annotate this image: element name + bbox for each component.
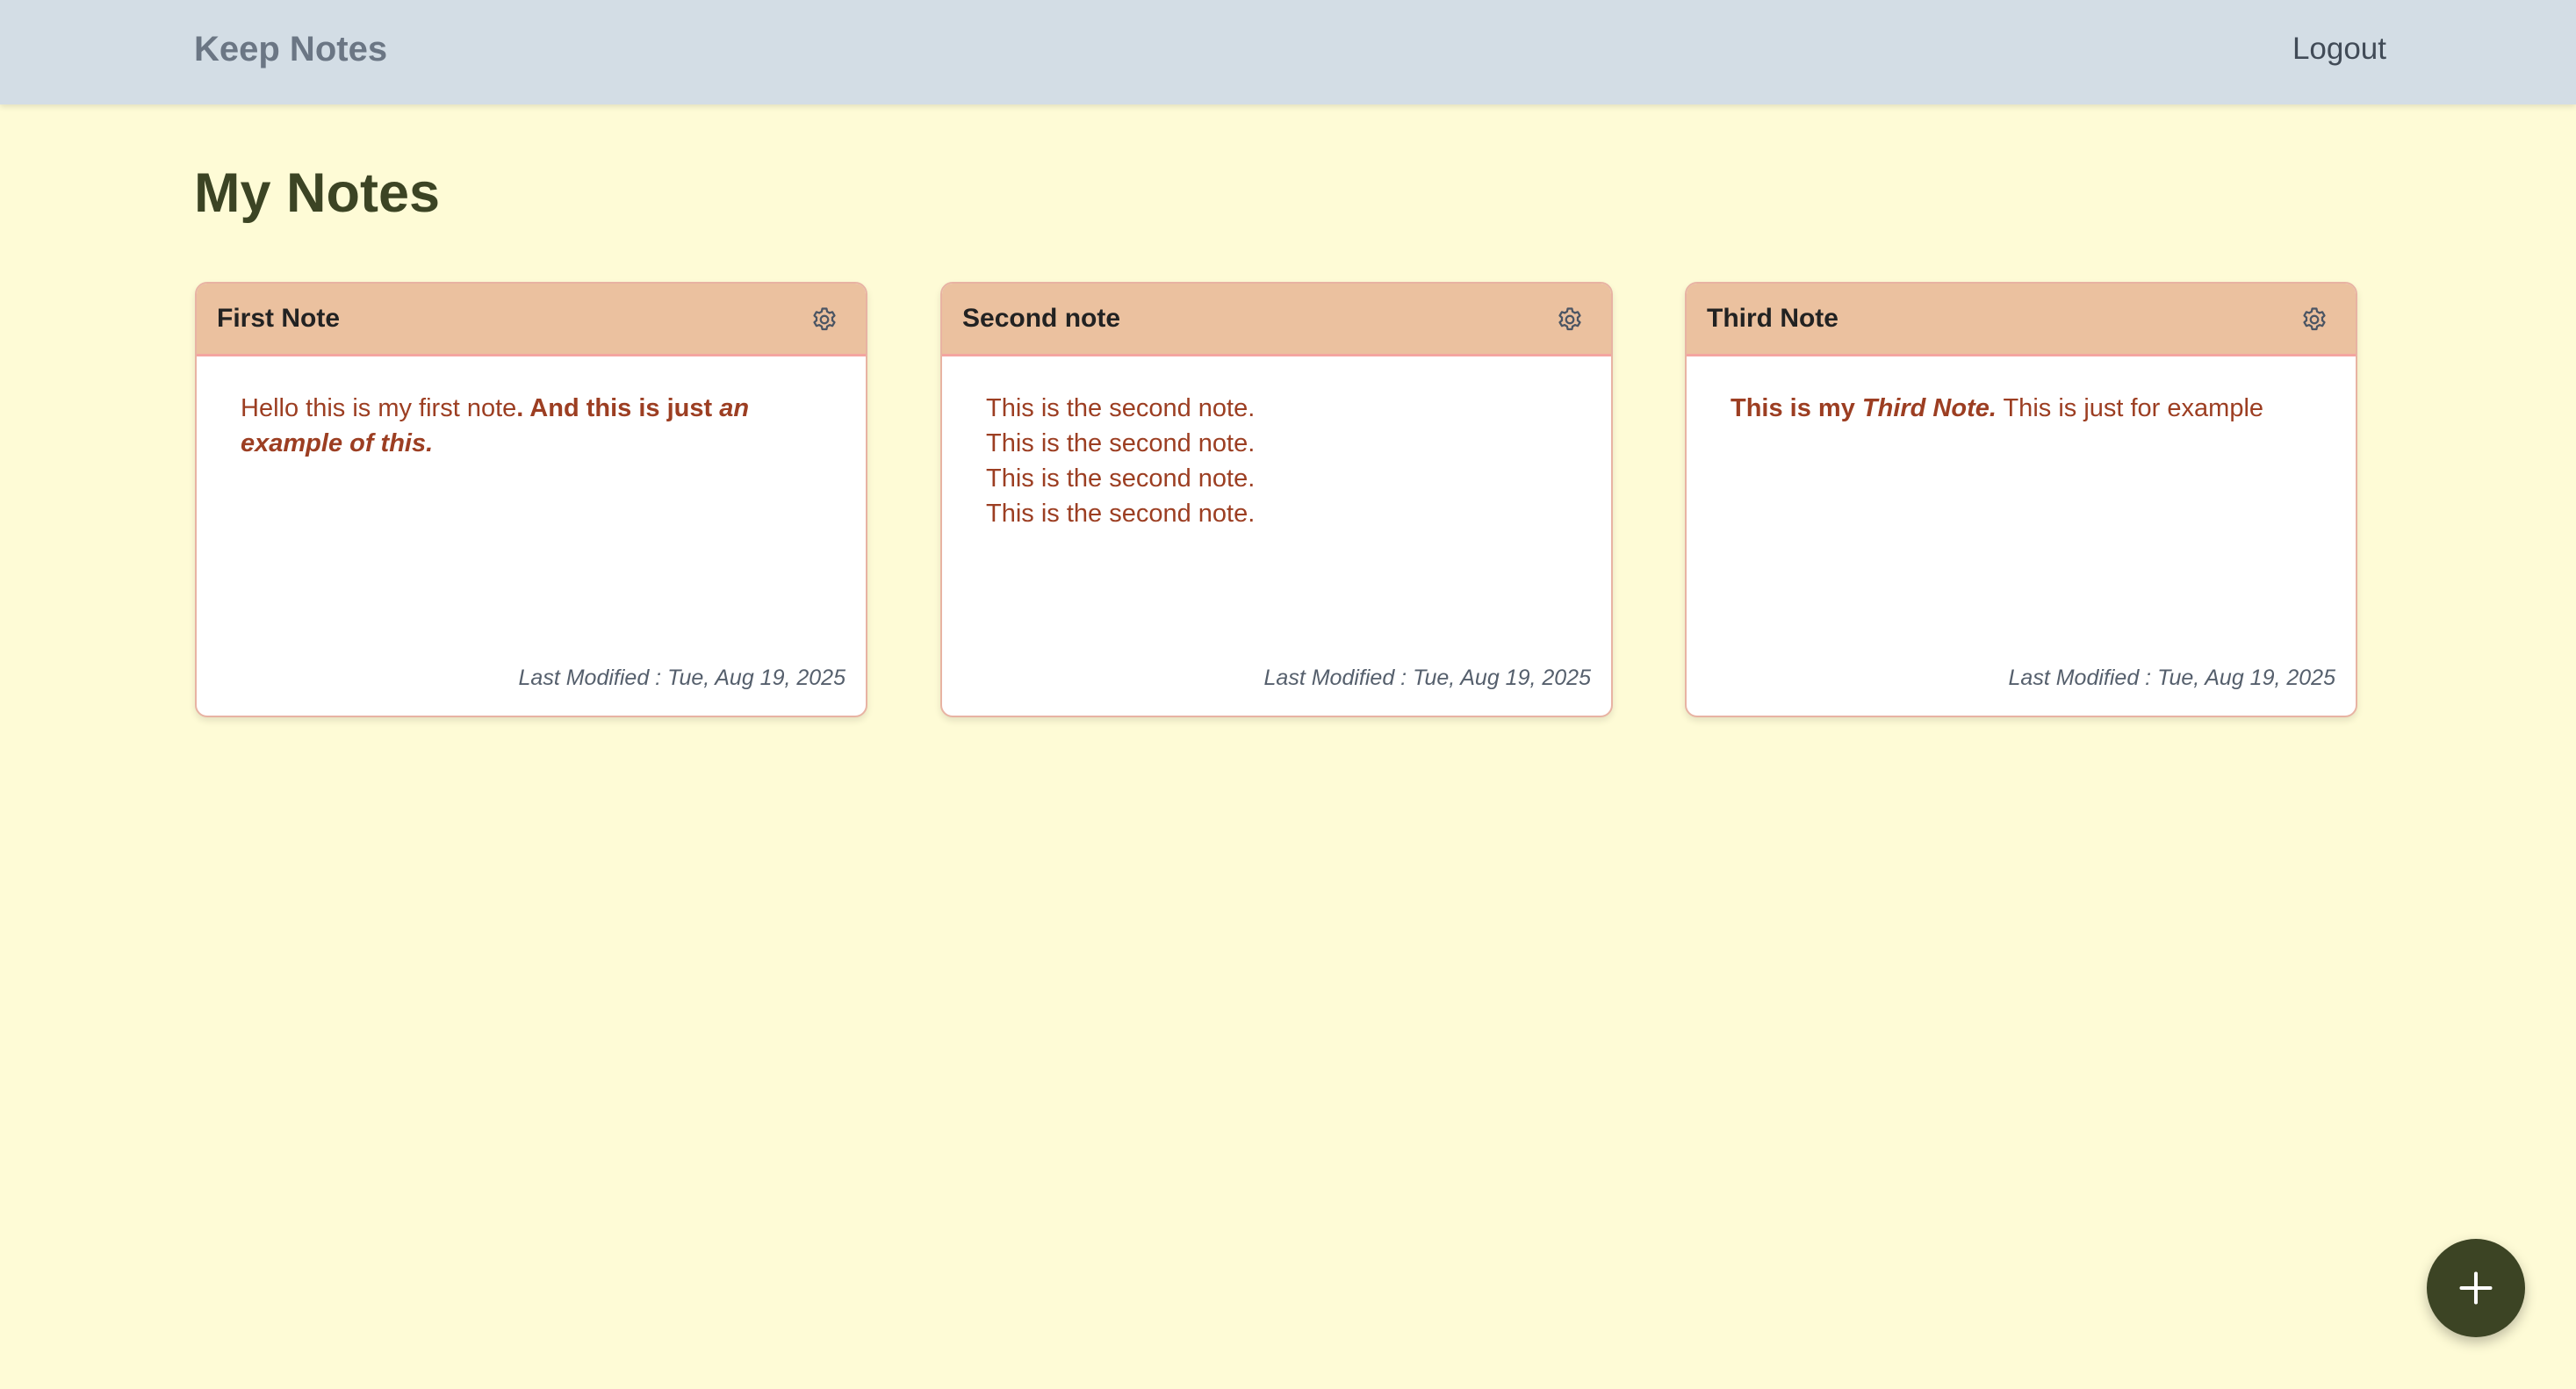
gear-icon[interactable] [809, 305, 839, 335]
note-card-header: Second note [942, 284, 1611, 356]
note-line: This is the second note. [986, 394, 1256, 422]
top-navbar: Keep Notes Logout [0, 0, 2576, 104]
note-text-segment: . And this is just [516, 394, 720, 422]
page-title: My Notes [194, 162, 441, 224]
note-content: This is the second note. This is the sec… [986, 391, 1576, 531]
note-card-second[interactable]: Second note This is the second note. Thi… [940, 282, 1613, 717]
note-content: This is my Third Note. This is just for … [1731, 391, 2321, 426]
logout-button[interactable]: Logout [2292, 25, 2386, 74]
plus-icon [2459, 1271, 2493, 1305]
note-text-segment: Hello this is my first note [241, 394, 517, 422]
note-line: This is the second note. [986, 500, 1256, 528]
gear-icon[interactable] [2299, 305, 2329, 335]
note-card-header: First Note [197, 284, 866, 356]
note-text-segment: Third Note. [1861, 394, 1997, 422]
note-card-first[interactable]: First Note Hello this is my first note. … [195, 282, 867, 717]
note-content: Hello this is my first note. And this is… [241, 391, 831, 461]
note-line: This is the second note. [986, 429, 1256, 457]
add-note-button[interactable] [2427, 1239, 2525, 1337]
gear-icon[interactable] [1555, 305, 1585, 335]
note-text-segment: This is my [1731, 394, 1862, 422]
note-title: First Note [217, 304, 341, 333]
note-last-modified: Last Modified : Tue, Aug 19, 2025 [2008, 666, 2335, 690]
note-text-segment: This is just for example [1996, 394, 2264, 422]
note-line: This is the second note. [986, 464, 1256, 493]
note-title: Third Note [1707, 304, 1838, 333]
note-last-modified: Last Modified : Tue, Aug 19, 2025 [1263, 666, 1591, 690]
note-title: Second note [962, 304, 1121, 333]
note-last-modified: Last Modified : Tue, Aug 19, 2025 [518, 666, 845, 690]
note-card-header: Third Note [1687, 284, 2356, 356]
app-brand[interactable]: Keep Notes [194, 25, 387, 74]
note-card-third[interactable]: Third Note This is my Third Note. This i… [1685, 282, 2357, 717]
